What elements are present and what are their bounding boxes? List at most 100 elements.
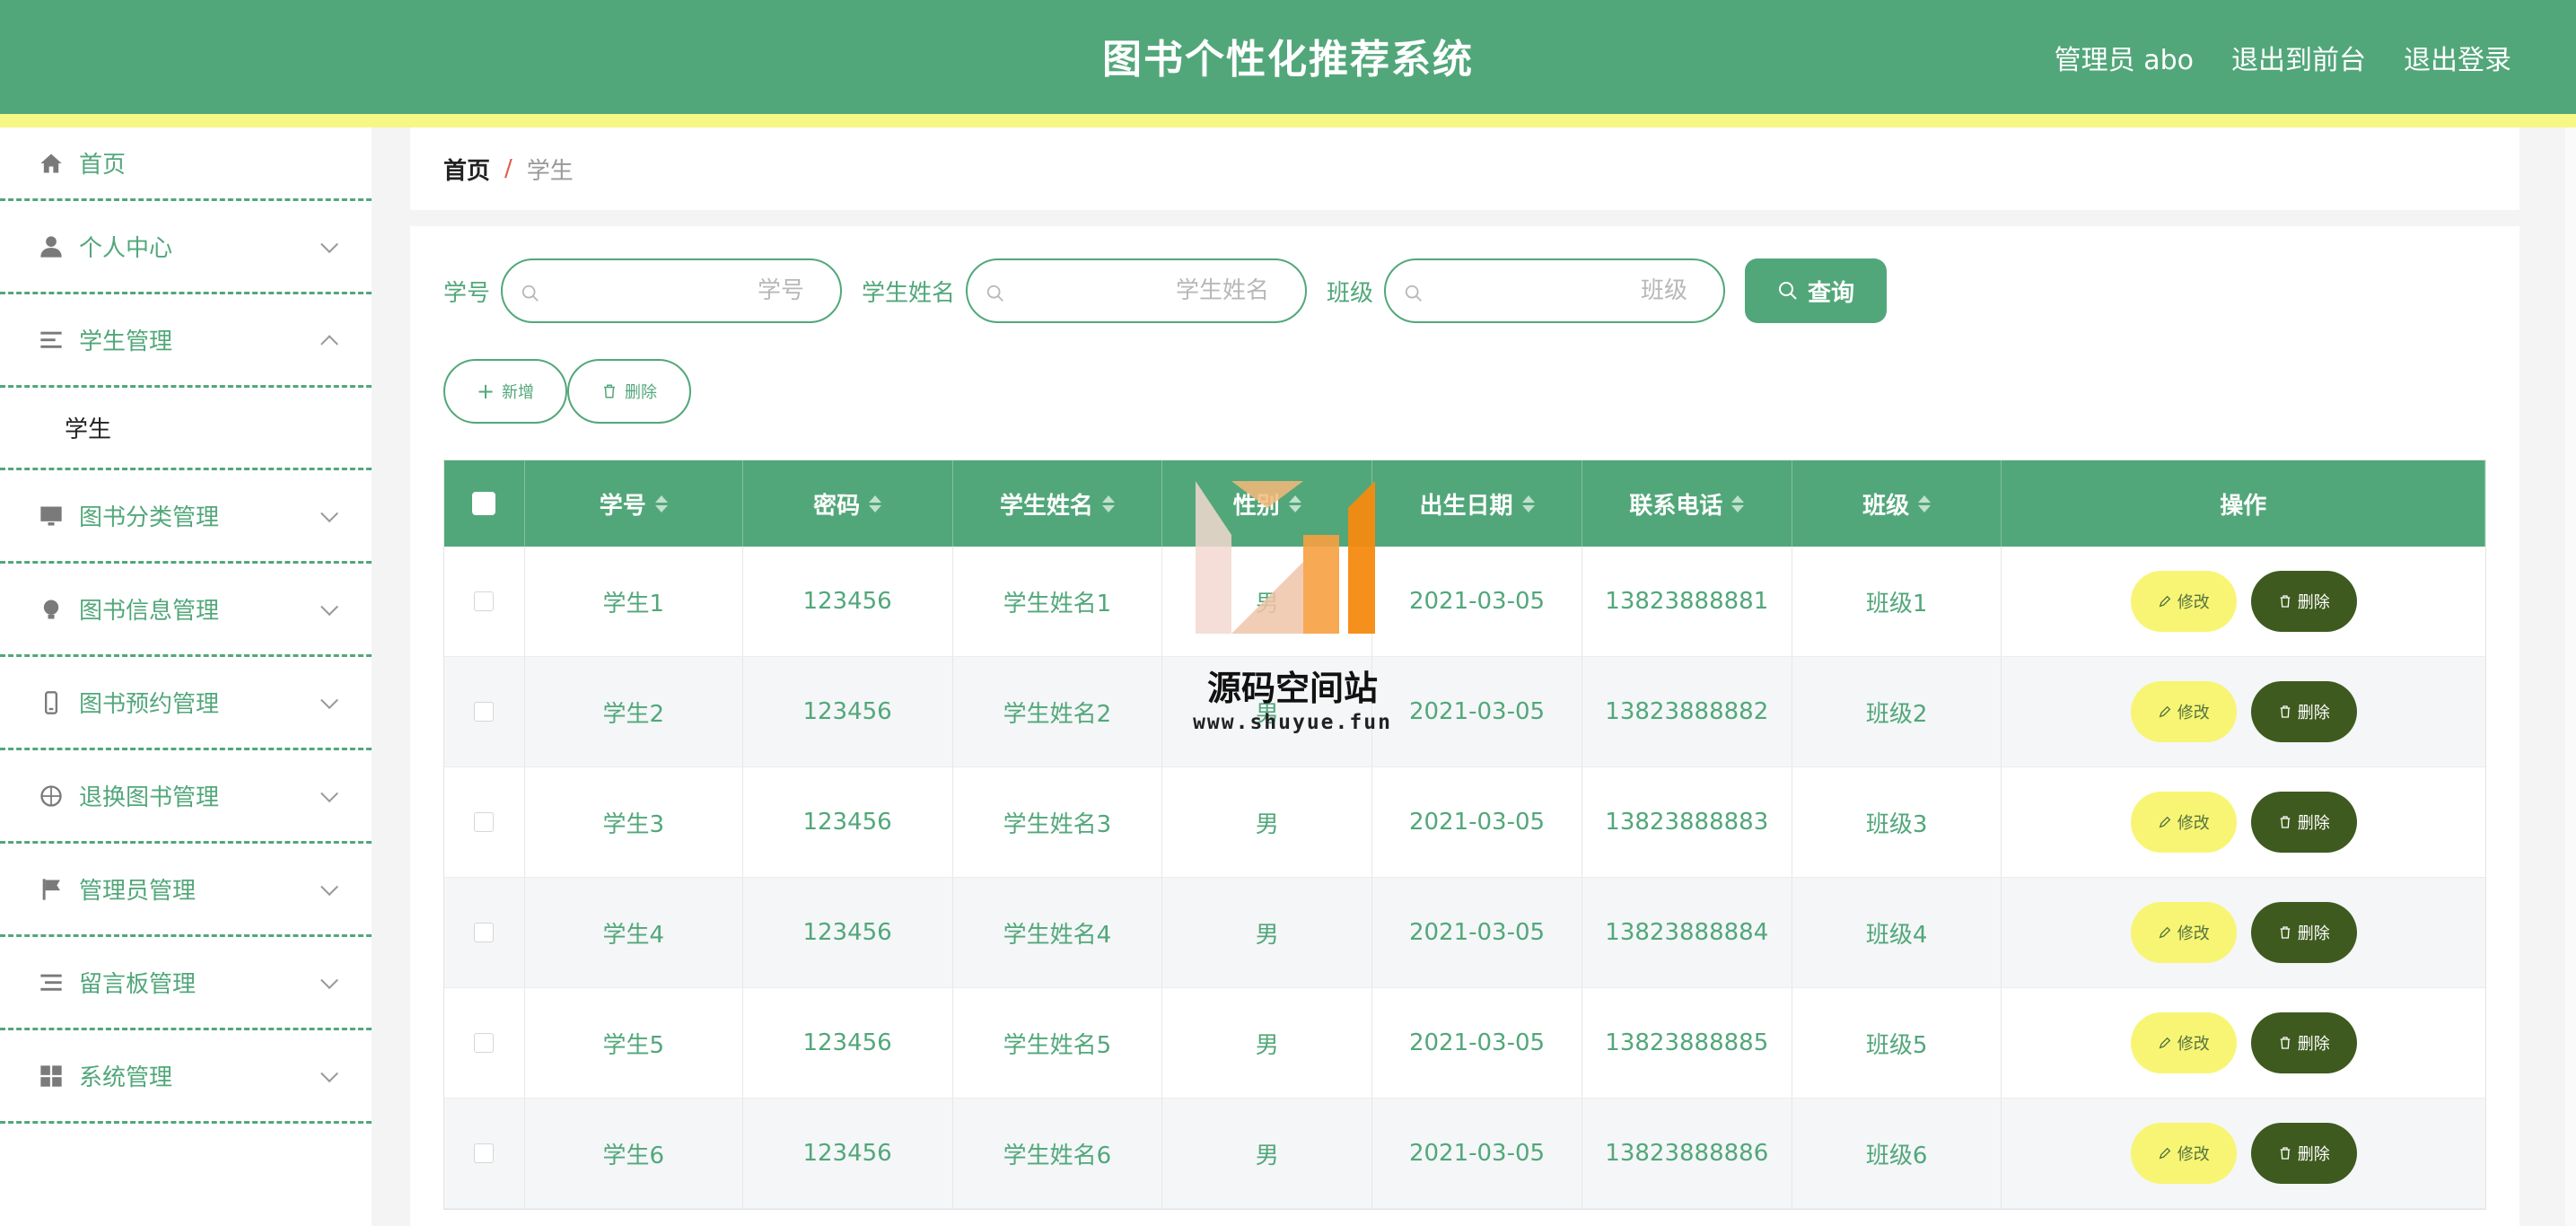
cell-password: 123456 bbox=[743, 1099, 953, 1208]
page-scrollbar[interactable] bbox=[2565, 127, 2576, 1226]
trash-icon bbox=[2280, 595, 2291, 608]
home-icon bbox=[38, 150, 65, 177]
exit-to-front-link[interactable]: 退出到前台 bbox=[2231, 38, 2366, 77]
logout-link[interactable]: 退出登录 bbox=[2404, 38, 2511, 77]
cell-student-no: 学生3 bbox=[525, 767, 743, 877]
column-title: 操作 bbox=[2220, 492, 2267, 520]
cell-password: 123456 bbox=[743, 767, 953, 877]
row-checkbox[interactable] bbox=[474, 812, 495, 832]
delete-button[interactable]: 删除 bbox=[2250, 1012, 2357, 1073]
student-name-input[interactable] bbox=[1012, 269, 1270, 312]
pencil-icon bbox=[2159, 705, 2171, 718]
query-button[interactable]: 查询 bbox=[1745, 258, 1888, 323]
current-user-label: 管理员 abo bbox=[2054, 45, 2194, 76]
pencil-icon bbox=[2159, 1147, 2171, 1160]
student-no-input[interactable] bbox=[548, 269, 805, 312]
sidebar-item-admin-management[interactable]: 管理员管理 bbox=[0, 844, 372, 937]
edit-button-label: 修改 bbox=[2177, 924, 2210, 943]
delete-button-label: 删除 bbox=[2297, 1145, 2330, 1164]
cell-class: 班级2 bbox=[1792, 657, 2002, 766]
search-icon bbox=[1405, 285, 1422, 302]
header-accent-stripe bbox=[0, 114, 2576, 127]
delete-button[interactable]: 删除 bbox=[2250, 571, 2357, 632]
delete-button[interactable]: 删除 bbox=[2250, 1123, 2357, 1184]
edit-button[interactable]: 修改 bbox=[2130, 902, 2237, 963]
row-checkbox[interactable] bbox=[474, 591, 495, 611]
row-select-cell bbox=[444, 878, 525, 987]
sort-icon bbox=[1101, 495, 1115, 512]
table-row: 学生2 123456 学生姓名2 男 2021-03-05 13823888882 班级2 修… bbox=[444, 657, 2485, 767]
compass-icon bbox=[38, 783, 65, 810]
chevron-up-icon bbox=[320, 334, 338, 353]
sidebar-item-label: 留言板管理 bbox=[79, 971, 197, 998]
student-table: 学号 密码 学生姓名 性别 出生日期 联系电话 班级 操作 学生1 123456 学… bbox=[443, 460, 2486, 1210]
edit-button[interactable]: 修改 bbox=[2130, 571, 2237, 632]
sidebar-item-message-board[interactable]: 留言板管理 bbox=[0, 937, 372, 1030]
phone-icon bbox=[38, 689, 65, 716]
sidebar-item-book-reservation[interactable]: 图书预约管理 bbox=[0, 657, 372, 750]
breadcrumb-separator: / bbox=[504, 155, 513, 182]
edit-button-label: 修改 bbox=[2177, 704, 2210, 722]
column-header-class[interactable]: 班级 bbox=[1792, 460, 2002, 547]
sidebar-item-book-info[interactable]: 图书信息管理 bbox=[0, 564, 372, 657]
delete-button[interactable]: 删除 bbox=[2250, 902, 2357, 963]
cell-class: 班级4 bbox=[1792, 878, 2002, 987]
search-icon bbox=[521, 285, 539, 302]
row-checkbox[interactable] bbox=[474, 1033, 495, 1053]
cell-gender: 男 bbox=[1162, 878, 1373, 987]
chevron-down-icon bbox=[320, 877, 338, 896]
sidebar-item-home[interactable]: 首页 bbox=[0, 127, 372, 201]
bulb-icon bbox=[38, 596, 65, 623]
cell-gender: 男 bbox=[1162, 1099, 1373, 1208]
batch-delete-button[interactable]: 删除 bbox=[567, 359, 691, 424]
column-title: 联系电话 bbox=[1629, 492, 1723, 520]
cell-birth-date: 2021-03-05 bbox=[1372, 767, 1582, 877]
edit-button-label: 修改 bbox=[2177, 593, 2210, 612]
student-name-search-box bbox=[966, 258, 1308, 323]
class-input[interactable] bbox=[1431, 269, 1688, 312]
row-actions-cell: 修改 删除 bbox=[2002, 1099, 2485, 1208]
sidebar-item-personal-center[interactable]: 个人中心 bbox=[0, 201, 372, 294]
cell-student-name: 学生姓名4 bbox=[953, 878, 1163, 987]
sidebar-item-student-management[interactable]: 学生管理 bbox=[0, 294, 372, 388]
edit-button[interactable]: 修改 bbox=[2130, 1012, 2237, 1073]
row-actions-cell: 修改 删除 bbox=[2002, 878, 2485, 987]
delete-button[interactable]: 删除 bbox=[2250, 681, 2357, 742]
sort-icon bbox=[1918, 495, 1932, 512]
delete-button[interactable]: 删除 bbox=[2250, 792, 2357, 853]
column-header-student-name[interactable]: 学生姓名 bbox=[953, 460, 1163, 547]
breadcrumb-home[interactable]: 首页 bbox=[443, 153, 490, 186]
row-checkbox[interactable] bbox=[474, 923, 495, 942]
plus-icon: + bbox=[476, 379, 495, 404]
sidebar-item-label: 个人中心 bbox=[79, 235, 173, 262]
sidebar-item-book-return[interactable]: 退换图书管理 bbox=[0, 750, 372, 844]
row-checkbox[interactable] bbox=[474, 702, 495, 722]
column-header-password[interactable]: 密码 bbox=[743, 460, 953, 547]
row-checkbox[interactable] bbox=[474, 1143, 495, 1163]
edit-button[interactable]: 修改 bbox=[2130, 681, 2237, 742]
cell-class: 班级6 bbox=[1792, 1099, 2002, 1208]
add-button[interactable]: + 新增 bbox=[443, 359, 567, 424]
trash-icon bbox=[2280, 1037, 2291, 1049]
sidebar-item-label: 图书预约管理 bbox=[79, 691, 220, 718]
edit-button[interactable]: 修改 bbox=[2130, 1123, 2237, 1184]
cell-class: 班级5 bbox=[1792, 988, 2002, 1098]
sidebar-item-system-management[interactable]: 系统管理 bbox=[0, 1030, 372, 1124]
cell-birth-date: 2021-03-05 bbox=[1372, 1099, 1582, 1208]
column-header-birth-date[interactable]: 出生日期 bbox=[1372, 460, 1582, 547]
action-toolbar: + 新增 删除 bbox=[443, 359, 691, 424]
sidebar-item-book-category[interactable]: 图书分类管理 bbox=[0, 470, 372, 564]
cell-phone: 13823888886 bbox=[1582, 1099, 1792, 1208]
column-header-student-no[interactable]: 学号 bbox=[525, 460, 743, 547]
edit-button[interactable]: 修改 bbox=[2130, 792, 2237, 853]
select-all-checkbox[interactable] bbox=[472, 492, 496, 515]
sidebar-subitem-student[interactable]: 学生 bbox=[0, 388, 372, 470]
chevron-down-icon bbox=[320, 597, 338, 616]
column-header-phone[interactable]: 联系电话 bbox=[1582, 460, 1792, 547]
cell-student-name: 学生姓名6 bbox=[953, 1099, 1163, 1208]
sort-icon bbox=[1731, 495, 1745, 512]
flag-icon bbox=[38, 876, 65, 903]
column-title: 班级 bbox=[1862, 492, 1910, 520]
student-no-label: 学号 bbox=[443, 279, 491, 307]
trash-icon bbox=[604, 384, 615, 398]
